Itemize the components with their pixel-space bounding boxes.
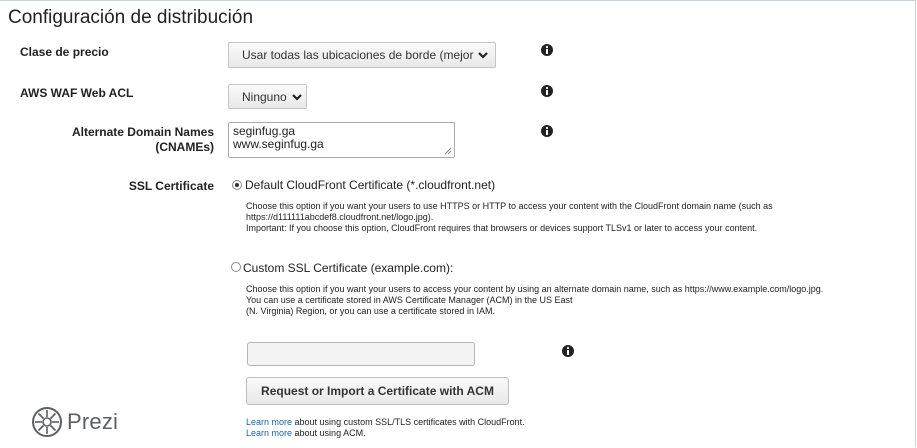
price-class-label: Clase de precio [20,45,109,59]
learn-more-link[interactable]: Learn more [246,417,292,427]
default-certificate-label[interactable]: Default CloudFront Certificate (*.cloudf… [245,178,495,192]
learn-more-text: about using custom SSL/TLS certificates … [292,417,525,427]
ssl-certificate-label: SSL Certificate [128,179,214,193]
prezi-watermark: Prezi [32,407,118,437]
prezi-logo-icon [32,407,62,437]
desc-line: Important: If you choose this option, Cl… [246,223,758,233]
cnames-label-line2: (CNAMEs) [155,140,214,154]
cnames-textarea[interactable]: seginfug.ga www.seginfug.ga [228,122,455,158]
custom-certificate-radio[interactable] [231,262,241,272]
learn-more-line-2: Learn more about using ACM. [246,428,846,439]
waf-value: Ninguno [242,89,287,104]
section-title: Configuración de distribución [8,7,254,28]
custom-certificate-label[interactable]: Custom SSL Certificate (example.com): [243,261,453,275]
desc-line: Choose this option if you want your user… [246,284,824,294]
learn-more-section: Learn more about using custom SSL/TLS ce… [246,417,846,439]
waf-label: AWS WAF Web ACL [20,86,134,100]
learn-more-link[interactable]: Learn more [246,428,292,438]
price-class-dropdown[interactable]: Usar todas las ubicaciones de borde (mej… [228,42,496,68]
price-class-value: Usar todas las ubicaciones de borde (mej… [242,48,474,62]
certificate-input[interactable] [247,342,475,366]
default-certificate-radio[interactable] [232,180,242,190]
chevron-down-icon [291,93,302,101]
chevron-down-icon [478,52,489,59]
prezi-wordmark: Prezi [67,409,119,434]
learn-more-line-1: Learn more about using custom SSL/TLS ce… [246,417,846,428]
default-certificate-description: Choose this option if you want your user… [246,201,906,234]
waf-dropdown[interactable]: Ninguno [228,84,307,109]
desc-line: https://d111111abcdef8.cloudfront.net/lo… [246,212,434,222]
info-icon[interactable] [541,125,553,137]
info-icon[interactable] [541,44,553,56]
custom-certificate-description: Choose this option if you want your user… [246,284,914,317]
desc-line: Choose this option if you want your user… [246,201,773,211]
desc-line: You can use a certificate stored in AWS … [246,295,573,305]
cnames-label-line1: Alternate Domain Names [71,125,214,139]
desc-line: (N. Virginia) Region, or you can use a c… [246,306,495,316]
cnames-label: Alternate Domain Names (CNAMEs) [40,125,214,155]
request-certificate-button[interactable]: Request or Import a Certificate with ACM [246,377,509,405]
info-icon[interactable] [562,345,574,357]
learn-more-text: about using ACM. [292,428,366,438]
info-icon[interactable] [541,85,553,97]
cname-line-2: www.seginfug.ga [233,137,324,151]
resize-grip-icon[interactable] [444,147,452,155]
